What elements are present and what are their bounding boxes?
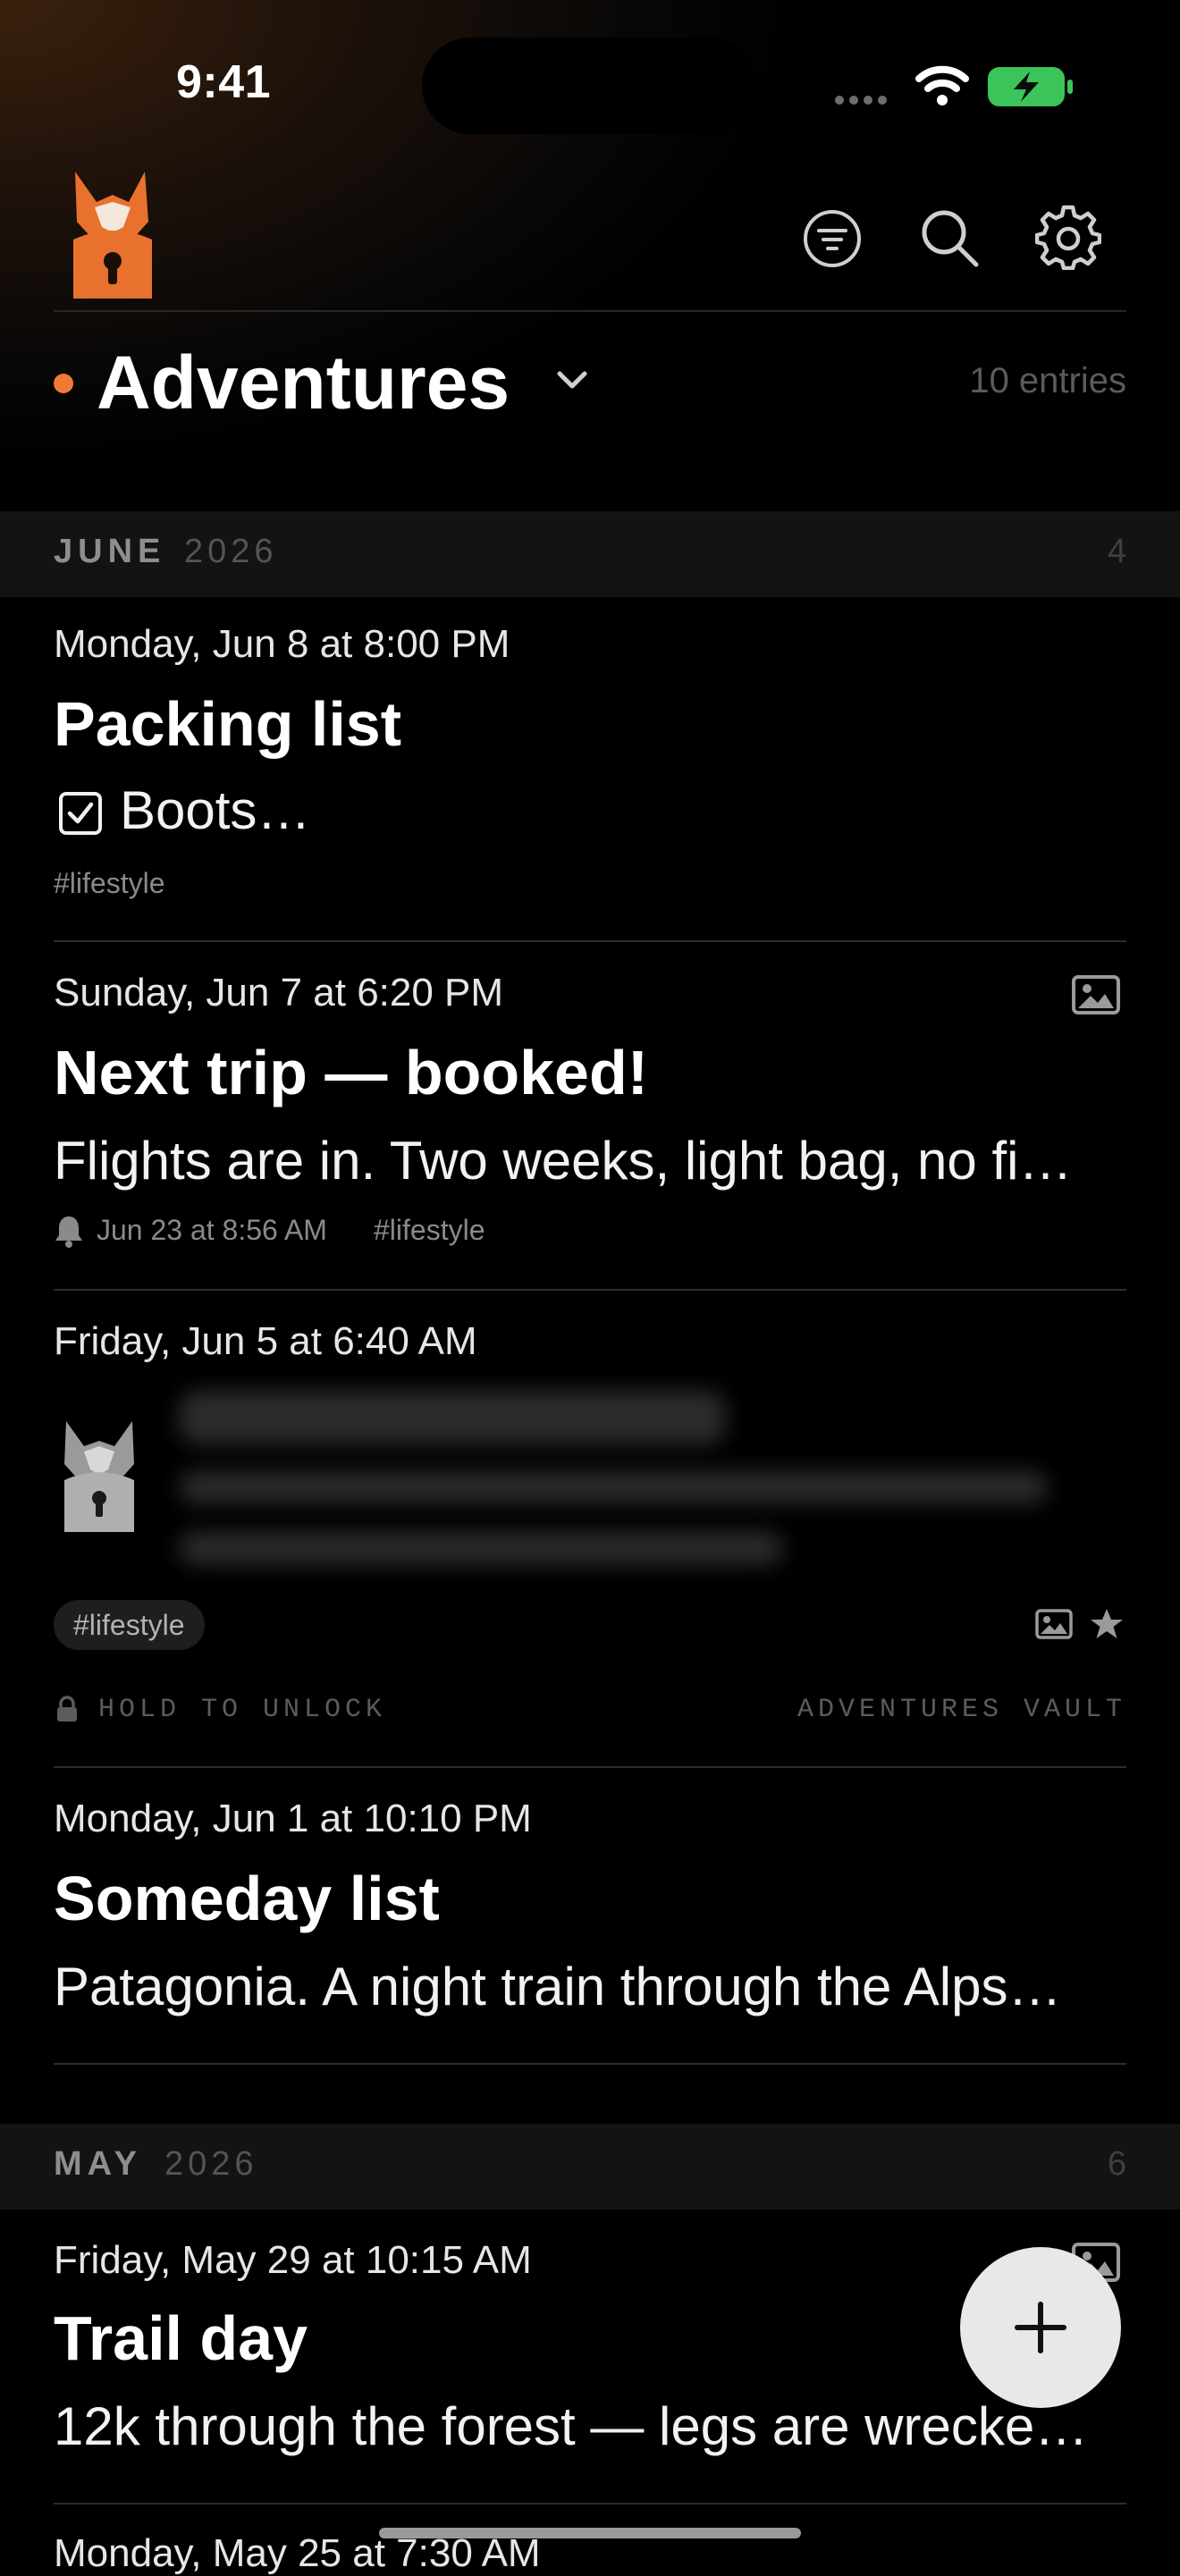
entry-title: Packing list (54, 689, 402, 759)
hold-to-unlock-label[interactable]: HOLD TO UNLOCK (98, 1695, 386, 1725)
section-month: JUNE (54, 533, 166, 570)
photo-attachment-icon (1072, 975, 1120, 1014)
entry-divider (54, 2063, 1126, 2065)
entry-date: Monday, Jun 1 at 10:10 PM (54, 1797, 532, 1840)
entry-preview: Patagonia. A night train through the Alp… (54, 1957, 1062, 2016)
wifi-icon (915, 65, 969, 105)
chevron-down-icon[interactable] (552, 363, 592, 399)
locked-fox-icon (64, 1421, 134, 1532)
entry-title: Next trip — booked! (54, 1038, 649, 1107)
section-count: 4 (1107, 533, 1126, 570)
search-icon[interactable] (917, 206, 982, 270)
filter-icon[interactable] (801, 207, 864, 270)
entry-tags[interactable]: #lifestyle (54, 867, 165, 900)
home-indicator[interactable] (379, 2528, 801, 2538)
entry-preview: 12k through the forest — legs are wrecke… (54, 2396, 1089, 2456)
section-year: 2026 (184, 533, 278, 570)
entry-tags[interactable]: #lifestyle (374, 1214, 485, 1247)
dynamic-island (422, 38, 758, 134)
status-time: 9:41 (175, 56, 272, 108)
vault-name-label: ADVENTURES VAULT (796, 1695, 1126, 1725)
entry-reminder: Jun 23 at 8:56 AM (97, 1214, 327, 1246)
app-logo-fox-icon (73, 172, 152, 299)
battery-charging-icon (988, 67, 1073, 106)
plus-icon (1015, 2302, 1066, 2353)
blurred-text-line (179, 1532, 783, 1564)
section-month: MAY (54, 2145, 142, 2183)
entry-divider (54, 2503, 1126, 2504)
checkbox-checked-icon (59, 792, 102, 835)
section-header-may: MAY 2026 6 (0, 2124, 1180, 2210)
section-count: 6 (1107, 2145, 1126, 2183)
blurred-title (179, 1391, 726, 1444)
entry-title: Trail day (54, 2303, 308, 2373)
journal-color-dot (54, 374, 73, 393)
entry-count: 10 entries (969, 361, 1126, 400)
section-header-june: JUNE 2026 4 (0, 511, 1180, 597)
cellular-signal-icon (835, 93, 892, 109)
entry-date: Sunday, Jun 7 at 6:20 PM (54, 971, 504, 1014)
journal-title[interactable]: Adventures (97, 340, 510, 426)
section-year: 2026 (164, 2145, 258, 2183)
header-divider (54, 310, 1126, 312)
entry-preview: Flights are in. Two weeks, light bag, no… (54, 1131, 1073, 1191)
entry-title: Someday list (54, 1864, 440, 1933)
tag-chip[interactable]: #lifestyle (54, 1600, 205, 1650)
entry-preview: Boots… (120, 780, 311, 840)
lock-icon (57, 1696, 77, 1722)
blurred-text-line (179, 1471, 1048, 1503)
entry-date: Friday, May 29 at 10:15 AM (54, 2238, 532, 2282)
settings-gear-icon[interactable] (1035, 204, 1101, 270)
photo-attachment-icon (1035, 1609, 1073, 1639)
star-favorite-icon[interactable] (1089, 1607, 1125, 1641)
new-entry-button[interactable] (960, 2247, 1121, 2408)
reminder-bell-icon (55, 1216, 82, 1248)
entry-date: Friday, Jun 5 at 6:40 AM (54, 1319, 477, 1363)
entry-date: Monday, Jun 8 at 8:00 PM (54, 622, 510, 666)
